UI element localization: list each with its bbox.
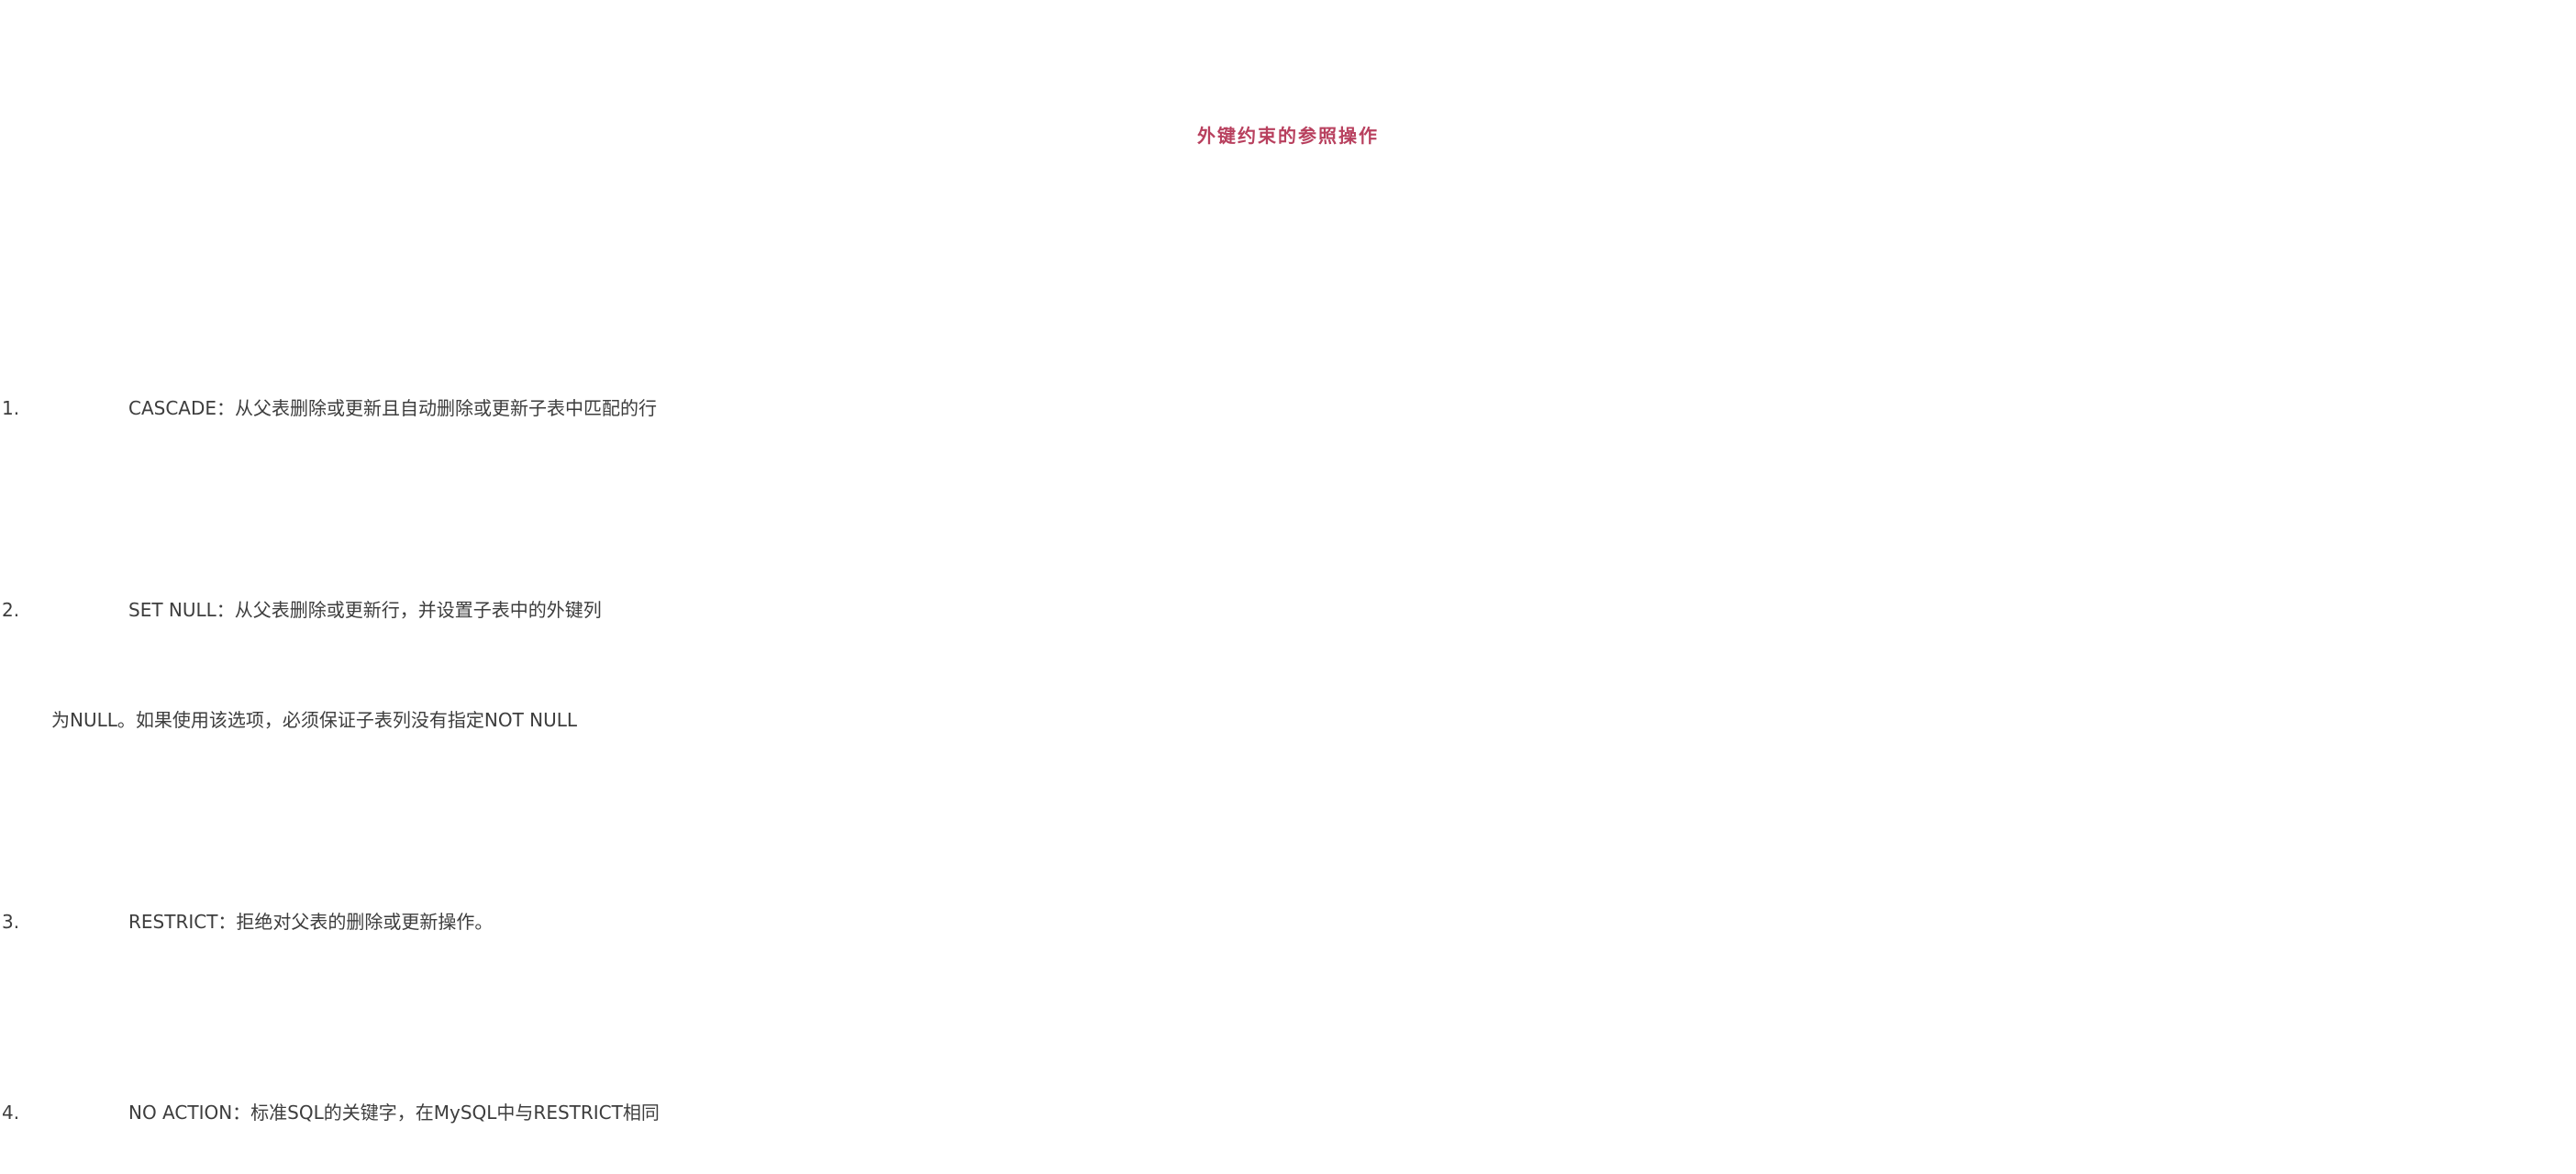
list-item-number: 2.	[2, 599, 20, 621]
list-item-restrict: 3. RESTRICT：拒绝对父表的删除或更新操作。	[0, 867, 2576, 977]
list-item-number: 3.	[2, 911, 20, 933]
list-item-cascade: 1. CASCADE：从父表删除或更新且自动删除或更新子表中匹配的行	[0, 353, 2576, 463]
list-item-text: SET NULL：从父表删除或更新行，并设置子表中的外键列	[128, 599, 602, 621]
slide: 外键约束的参照操作 1. CASCADE：从父表删除或更新且自动删除或更新子表中匹…	[0, 0, 2576, 1174]
list-item-text: CASCADE：从父表删除或更新且自动删除或更新子表中匹配的行	[128, 397, 658, 419]
list-item-text: RESTRICT：拒绝对父表的删除或更新操作。	[128, 911, 494, 933]
list-item-text: NO ACTION：标准SQL的关键字，在MySQL中与RESTRICT相同	[128, 1102, 660, 1124]
list-item-no-action: 4. NO ACTION：标准SQL的关键字，在MySQL中与RESTRICT相同	[0, 1058, 2576, 1168]
list-item-number: 4.	[2, 1102, 20, 1124]
list-item-set-null: 2. SET NULL：从父表删除或更新行，并设置子表中的外键列 为NULL。如果…	[0, 555, 2576, 775]
slide-title: 外键约束的参照操作	[1197, 125, 1379, 147]
list-item-number: 1.	[2, 397, 20, 419]
list-item-text-continued: 为NULL。如果使用该选项，必须保证子表列没有指定NOT NULL	[51, 709, 578, 731]
